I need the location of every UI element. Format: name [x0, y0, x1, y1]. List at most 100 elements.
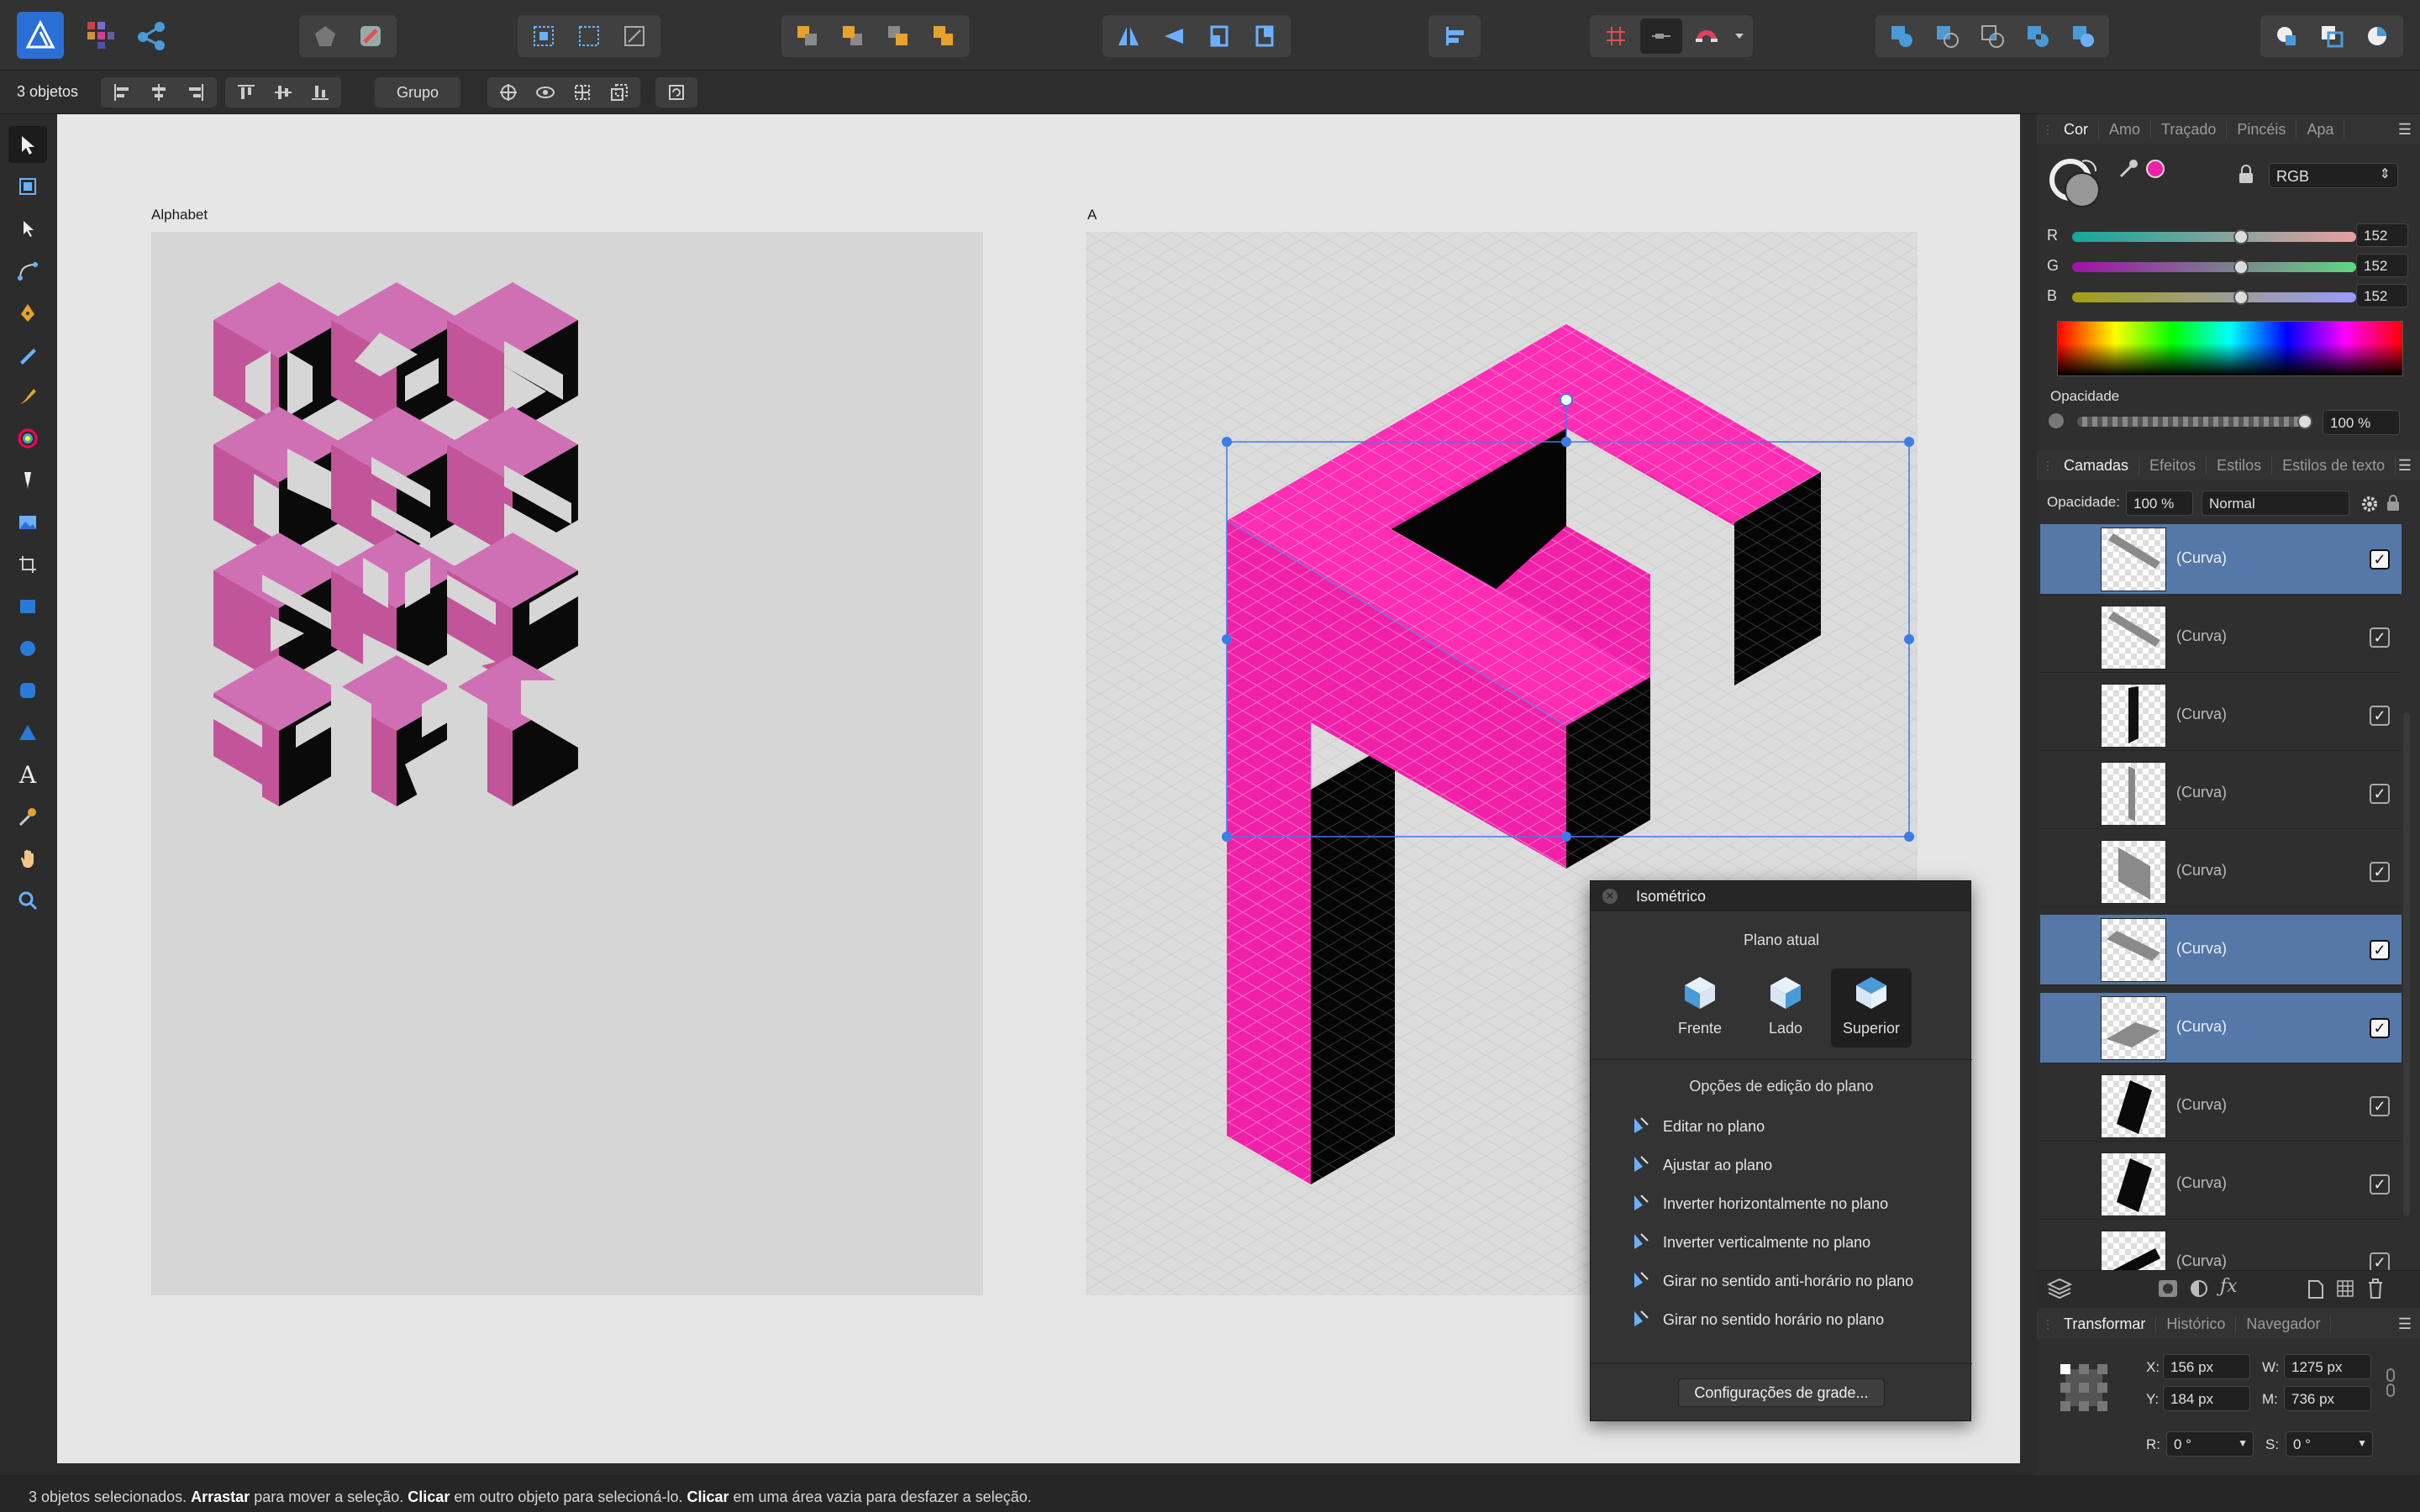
color-mode-select[interactable]: RGB ⇕ — [2269, 163, 2398, 188]
flip-vertical-icon[interactable] — [1153, 18, 1195, 54]
panel-grip-icon[interactable]: ⋮ — [2042, 1317, 2054, 1331]
letter-glyph-11[interactable] — [447, 655, 578, 806]
transform-tab-0[interactable]: Transformar — [2054, 1315, 2157, 1333]
opacity-slider-knob[interactable] — [2297, 414, 2312, 429]
rotate-cw-icon[interactable] — [1244, 18, 1286, 54]
plane-front-button[interactable]: Frente — [1660, 969, 1740, 1047]
layers-stack-icon[interactable] — [2046, 1278, 2073, 1304]
layer-visibility-checkbox[interactable]: ✓ — [2370, 784, 2390, 804]
r-slider-knob[interactable] — [2233, 229, 2249, 244]
layer-opacity-select[interactable]: 100 % — [2126, 491, 2193, 516]
r-value[interactable]: 152 — [2356, 223, 2408, 247]
boolean-xor-icon[interactable] — [2017, 18, 2059, 54]
artboard-tool-icon[interactable] — [8, 168, 47, 205]
g-slider-knob[interactable] — [2233, 260, 2249, 275]
fill-tool-icon[interactable] — [8, 420, 47, 457]
plane-option-0[interactable]: Editar no plano — [1631, 1115, 1765, 1139]
rotation-reset-icon[interactable] — [659, 80, 694, 105]
anchor-point-selector[interactable] — [2057, 1361, 2111, 1415]
boolean-divide-icon[interactable] — [2062, 18, 2104, 54]
move-forward-one-icon[interactable] — [877, 18, 919, 54]
fx-icon[interactable]: ƒx — [2220, 1276, 2238, 1297]
insert-inside-icon[interactable] — [2265, 18, 2307, 54]
fill-stroke-well[interactable] — [2049, 156, 2100, 207]
select-bbox-icon[interactable] — [568, 18, 610, 54]
isometric-panel-header[interactable]: ✕ Isométrico — [1591, 881, 1970, 911]
layer-visibility-checkbox[interactable]: ✓ — [2370, 1174, 2390, 1194]
layer-visibility-checkbox[interactable]: ✓ — [2370, 627, 2390, 648]
pen-tool-icon[interactable] — [8, 294, 47, 331]
r-slider[interactable] — [2072, 229, 2356, 244]
plane-option-1[interactable]: Ajustar ao plano — [1631, 1153, 1772, 1178]
g-value[interactable]: 152 — [2356, 254, 2408, 277]
rectangle-tool-icon[interactable] — [8, 588, 47, 625]
layer-row[interactable]: (Curva) ✓ — [2040, 602, 2402, 673]
align-icon[interactable] — [1434, 18, 1476, 54]
crop-tool-icon[interactable] — [8, 546, 47, 583]
move-to-front-icon[interactable] — [923, 18, 965, 54]
layer-row[interactable]: (Curva) ✓ — [2040, 1071, 2402, 1142]
layer-row[interactable]: (Curva) ✓ — [2040, 993, 2402, 1063]
layers-scrollbar[interactable] — [2403, 712, 2410, 1216]
color-spectrum[interactable] — [2057, 321, 2403, 376]
zoom-tool-icon[interactable] — [8, 882, 47, 919]
layer-visibility-checkbox[interactable]: ✓ — [2370, 1018, 2390, 1038]
move-to-back-icon[interactable] — [786, 18, 829, 54]
insert-top-icon[interactable] — [2356, 18, 2398, 54]
layer-row[interactable]: (Curva) ✓ — [2040, 837, 2402, 907]
export-persona-icon[interactable] — [134, 18, 168, 52]
snapping-options-icon[interactable] — [350, 18, 392, 54]
flip-horizontal-icon[interactable] — [1107, 18, 1150, 54]
x-field[interactable]: 156 px — [2163, 1354, 2250, 1379]
show-grid-icon[interactable] — [1595, 18, 1637, 54]
corner-tool-icon[interactable] — [8, 252, 47, 289]
align-bottom-icon[interactable] — [302, 80, 338, 105]
snapping-magnet-icon[interactable] — [1686, 18, 1728, 54]
boolean-intersect-icon[interactable] — [1971, 18, 2013, 54]
node-tool-icon[interactable] — [8, 210, 47, 247]
layer-row[interactable]: (Curva) ✓ — [2040, 759, 2402, 829]
plane-option-2[interactable]: Inverter horizontalmente no plano — [1631, 1192, 1888, 1216]
y-field[interactable]: 184 px — [2163, 1386, 2250, 1411]
insert-behind-icon[interactable] — [2311, 18, 2353, 54]
triangle-tool-icon[interactable] — [8, 714, 47, 751]
snap-guides-icon[interactable] — [1640, 18, 1682, 54]
layer-visibility-checkbox[interactable]: ✓ — [2370, 862, 2390, 882]
app-logo-button[interactable] — [17, 12, 64, 59]
plane-side-button[interactable]: Lado — [1745, 969, 1826, 1047]
lock-icon[interactable] — [2237, 165, 2259, 186]
letter-glyph-9[interactable] — [213, 655, 345, 806]
align-center-icon[interactable] — [141, 80, 176, 105]
b-value[interactable]: 152 — [2356, 284, 2408, 307]
rotate-ccw-icon[interactable] — [1198, 18, 1240, 54]
layer-row[interactable]: (Curva) ✓ — [2040, 1149, 2402, 1220]
transform-tab-2[interactable]: Navegador — [2236, 1315, 2332, 1333]
transparency-tool-icon[interactable] — [8, 462, 47, 499]
layer-row[interactable]: (Curva) ✓ — [2040, 524, 2402, 595]
text-tool-icon[interactable]: A — [8, 756, 47, 793]
plane-option-4[interactable]: Girar no sentido anti-horário no plano — [1631, 1269, 1913, 1294]
shear-field[interactable]: 0 ° ▼ — [2286, 1431, 2373, 1457]
select-all-icon[interactable] — [523, 18, 565, 54]
w-field[interactable]: 1275 px — [2284, 1354, 2371, 1379]
layer-row[interactable]: (Curva) ✓ — [2040, 915, 2402, 985]
layers-tab-1[interactable]: Efeitos — [2139, 456, 2207, 475]
grid-settings-button[interactable]: Configurações de grade... — [1678, 1378, 1885, 1407]
layer-settings-icon[interactable] — [2360, 494, 2380, 514]
opacity-value[interactable]: 100 % — [2323, 410, 2400, 435]
assistant-icon[interactable] — [304, 18, 346, 54]
layer-visibility-checkbox[interactable]: ✓ — [2370, 706, 2390, 726]
plane-top-button[interactable]: Superior — [1831, 969, 1912, 1047]
align-right-icon[interactable] — [178, 80, 213, 105]
color-tab-3[interactable]: Pincéis — [2227, 120, 2297, 139]
boolean-subtract-icon[interactable] — [1926, 18, 1968, 54]
plane-option-5[interactable]: Girar no sentido horário no plano — [1631, 1308, 1884, 1332]
place-image-tool-icon[interactable] — [8, 504, 47, 541]
layers-tab-3[interactable]: Estilos de texto — [2272, 456, 2396, 475]
letter-glyph-10[interactable] — [331, 655, 462, 806]
g-slider[interactable] — [2072, 260, 2356, 275]
group-button[interactable]: Grupo — [375, 77, 461, 108]
h-field[interactable]: 736 px — [2284, 1386, 2371, 1411]
pixel-persona-icon[interactable] — [86, 20, 116, 50]
show-hidden-icon[interactable] — [528, 80, 563, 105]
